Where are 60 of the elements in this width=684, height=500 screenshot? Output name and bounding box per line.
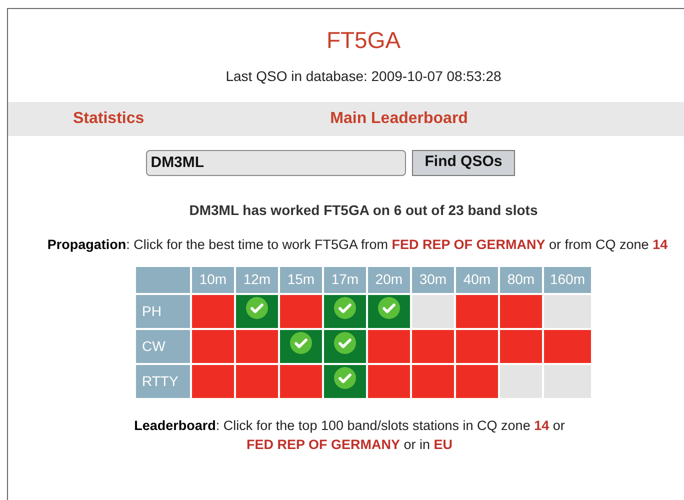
band-slot-cell[interactable] — [366, 364, 411, 398]
link[interactable]: 14 — [652, 236, 668, 252]
link[interactable]: FED REP OF GERMANY — [392, 236, 546, 252]
page-title: FT5GA — [326, 26, 401, 55]
nav-link[interactable]: Main Leaderboard — [330, 106, 468, 130]
check-icon — [288, 331, 313, 355]
band-slot-cell[interactable] — [234, 328, 279, 364]
link[interactable]: FED REP OF GERMANY — [246, 436, 400, 452]
band-slot-cell[interactable] — [366, 294, 411, 328]
propagation-text: Propagation: Click for the best time to work FT5GA from FED REP OF GERMANY or from CQ zone 14 — [46, 236, 669, 254]
band-slot-cell[interactable] — [498, 294, 543, 328]
callsign-field[interactable]: DM3ML — [146, 150, 406, 176]
band-slot-cell[interactable] — [190, 294, 235, 328]
mode-label: RTTY — [134, 364, 191, 398]
band-header: 15m — [278, 266, 323, 294]
band-slot-cell[interactable] — [410, 294, 455, 328]
band-header: 12m — [234, 266, 279, 294]
band-header: 40m — [454, 266, 499, 294]
check-icon — [332, 296, 357, 320]
band-header: 80m — [498, 266, 543, 294]
band-slot-cell[interactable] — [454, 328, 499, 364]
band-header: 17m — [322, 266, 367, 294]
band-slot-cell[interactable] — [190, 328, 235, 364]
mode-label: CW — [134, 328, 191, 364]
band-slot-cell[interactable] — [542, 294, 592, 328]
band-slot-cell[interactable] — [498, 328, 543, 364]
band-slot-cell[interactable] — [234, 364, 279, 398]
band-slot-cell[interactable] — [542, 364, 592, 398]
summary-text: DM3ML has worked FT5GA on 6 out of 23 band slots — [189, 200, 538, 220]
band-header: 10m — [190, 266, 235, 294]
band-header: 30m — [410, 266, 455, 294]
check-icon — [332, 366, 357, 390]
link[interactable]: EU — [434, 436, 453, 452]
check-icon — [376, 296, 401, 320]
band-header: 20m — [366, 266, 411, 294]
band-header: 160m — [542, 266, 592, 294]
check-icon — [332, 331, 357, 355]
band-slot-cell[interactable] — [410, 328, 455, 364]
band-slot-cell[interactable] — [322, 328, 367, 364]
band-slot-cell[interactable] — [454, 294, 499, 328]
nav-link[interactable]: Statistics — [73, 106, 144, 130]
band-slot-cell[interactable] — [498, 364, 543, 398]
band-slot-cell[interactable] — [366, 328, 411, 364]
band-slot-cell[interactable] — [410, 364, 455, 398]
last-qso-text: Last QSO in database: 2009-10-07 08:53:28 — [226, 66, 502, 86]
band-slot-cell[interactable] — [278, 364, 323, 398]
mode-label: PH — [134, 294, 191, 328]
band-slot-cell[interactable] — [322, 364, 367, 398]
band-slot-cell[interactable] — [234, 294, 279, 328]
band-slot-cell[interactable] — [542, 328, 592, 364]
find-qsos-button[interactable]: Find QSOs — [412, 150, 516, 176]
link[interactable]: 14 — [534, 418, 550, 432]
band-slot-cell[interactable] — [454, 364, 499, 398]
band-slot-cell[interactable] — [190, 364, 235, 398]
band-slot-cell[interactable] — [278, 294, 323, 328]
band-slot-cell[interactable] — [322, 294, 367, 328]
band-slot-cell[interactable] — [278, 328, 323, 364]
leaderboard-text: Leaderboard: Click for the top 100 band/slots stations in CQ zone 14 or FED REP OF GERMANY or in EU — [133, 416, 566, 454]
check-icon — [244, 296, 269, 320]
table-header-cell — [134, 266, 191, 294]
